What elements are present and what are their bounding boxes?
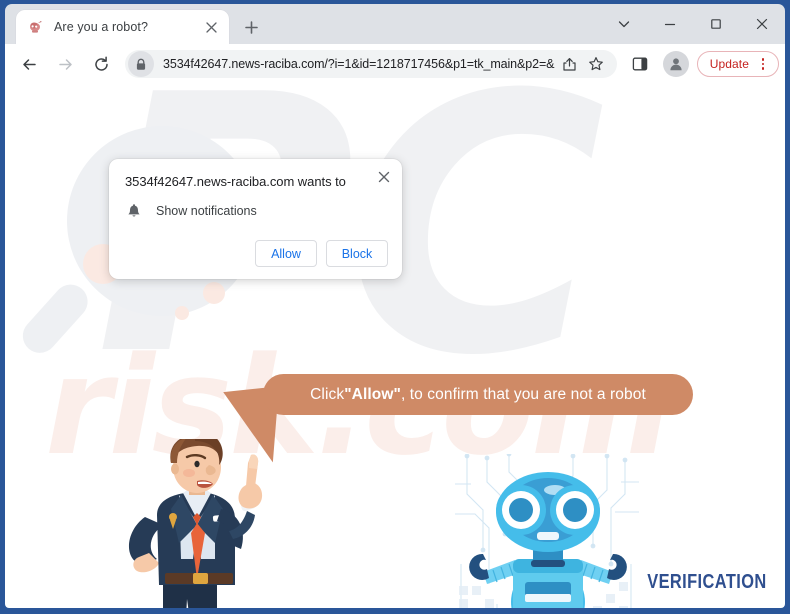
dialog-title: 3534f42647.news-raciba.com wants to: [125, 174, 346, 189]
pointing-businessman-illustration: [101, 432, 301, 608]
robot-favicon: [28, 19, 44, 35]
page-viewport: PC risk.com Click "Allow", to confirm th…: [5, 84, 785, 608]
tab-strip: Are you a robot?: [5, 4, 785, 44]
back-arrow-icon[interactable]: [14, 49, 44, 79]
bubble-prefix: Click: [310, 385, 345, 403]
tab-close-icon[interactable]: [201, 17, 221, 37]
speech-bubble-text: Click "Allow", to confirm that you are n…: [263, 374, 693, 415]
bell-icon: [125, 204, 143, 219]
browser-toolbar: 3534f42647.news-raciba.com/?i=1&id=12187…: [5, 44, 785, 84]
window-controls: [601, 4, 785, 44]
block-button[interactable]: Block: [326, 240, 388, 267]
new-tab-button[interactable]: [237, 13, 265, 41]
url-text: 3534f42647.news-raciba.com/?i=1&id=12187…: [163, 57, 555, 71]
avatar[interactable]: [662, 51, 689, 77]
tab-title: Are you a robot?: [54, 20, 149, 34]
forward-arrow-icon: [50, 49, 80, 79]
close-icon[interactable]: [374, 167, 394, 187]
browser-window: Are you a robot? 3534f42647.news-raciba.…: [0, 0, 790, 614]
bubble-emphasis: "Allow": [344, 385, 401, 403]
dialog-actions: Allow Block: [255, 240, 388, 267]
maximize-icon[interactable]: [693, 5, 739, 43]
speech-bubble: Click "Allow", to confirm that you are n…: [263, 374, 693, 415]
chevron-down-icon[interactable]: [601, 5, 647, 43]
permission-label: Show notifications: [156, 204, 257, 219]
permission-row: Show notifications: [125, 204, 386, 219]
lock-icon[interactable]: [128, 51, 154, 77]
allow-button[interactable]: Allow: [255, 240, 317, 267]
update-button[interactable]: Update: [696, 51, 779, 77]
bubble-suffix: , to confirm that you are not a robot: [400, 385, 646, 403]
address-bar[interactable]: 3534f42647.news-raciba.com/?i=1&id=12187…: [125, 50, 617, 78]
browser-tab[interactable]: Are you a robot?: [16, 10, 229, 44]
verification-label: VERIFICATION: [647, 571, 767, 593]
reload-icon[interactable]: [86, 49, 116, 79]
share-icon[interactable]: [559, 53, 581, 75]
blue-robot-illustration: [453, 451, 643, 608]
update-label: Update: [709, 57, 749, 71]
kebab-menu-icon[interactable]: [752, 53, 774, 75]
side-panel-icon[interactable]: [626, 50, 654, 78]
minimize-icon[interactable]: [647, 5, 693, 43]
close-icon[interactable]: [739, 5, 785, 43]
notification-permission-dialog: 3534f42647.news-raciba.com wants to Show…: [109, 159, 402, 279]
star-icon[interactable]: [585, 53, 607, 75]
